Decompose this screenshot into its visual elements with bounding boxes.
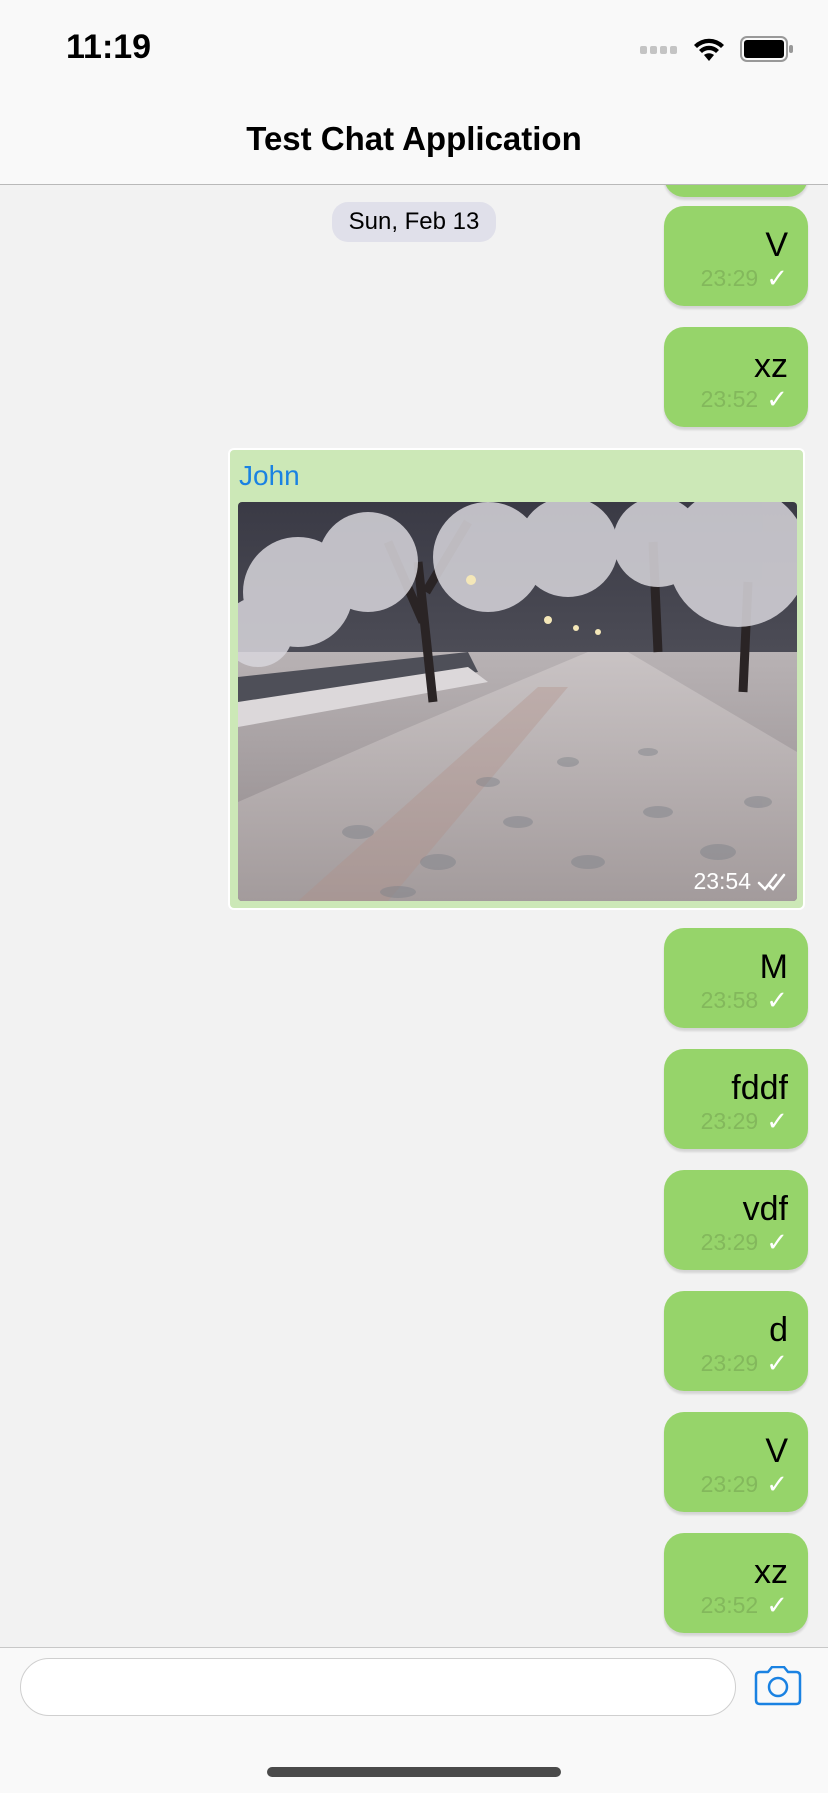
- message-text: vdf: [742, 1190, 788, 1228]
- battery-icon: [740, 36, 793, 62]
- message-time: 23:29: [700, 1229, 759, 1255]
- message-time: 23:29: [700, 1350, 759, 1376]
- message-bubble[interactable]: V 23:29 ✓: [664, 1412, 808, 1512]
- sender-name[interactable]: John: [239, 460, 300, 492]
- message-text: d: [769, 1311, 788, 1349]
- checkmark-icon: ✓: [766, 263, 788, 293]
- message-text: xz: [754, 347, 788, 385]
- message-text: xz: [754, 1553, 788, 1591]
- message-text: V: [765, 226, 788, 264]
- message-meta: 23:29 ✓: [701, 1348, 788, 1379]
- message-time: 23:29: [700, 265, 759, 291]
- message-input[interactable]: [20, 1658, 736, 1716]
- message-time: 23:29: [700, 1108, 759, 1134]
- message-text: M: [759, 948, 788, 986]
- message-time: 23:54: [693, 868, 751, 894]
- checkmark-icon: ✓: [766, 1227, 788, 1257]
- message-meta: 23:29 ✓: [701, 263, 788, 294]
- status-icons: [640, 36, 794, 62]
- message-bubble[interactable]: fddf 23:29 ✓: [664, 1049, 808, 1149]
- message-meta: 23:29 ✓: [701, 1469, 788, 1500]
- checkmark-icon: ✓: [766, 1590, 788, 1620]
- snowy-night-street-photo[interactable]: 23:54: [238, 502, 797, 901]
- date-separator: Sun, Feb 13: [332, 202, 496, 242]
- checkmark-icon: ✓: [766, 384, 788, 414]
- message-list[interactable]: Sun, Feb 13 V 23:29 ✓ xz 23:52 ✓ John 23…: [0, 185, 828, 1647]
- message-bubble[interactable]: V 23:29 ✓: [664, 206, 808, 306]
- message-bubble[interactable]: M 23:58 ✓: [664, 928, 808, 1028]
- message-meta: 23:58 ✓: [701, 985, 788, 1016]
- message-bubble[interactable]: vdf 23:29 ✓: [664, 1170, 808, 1270]
- checkmark-icon: ✓: [766, 985, 788, 1015]
- image-message-bubble[interactable]: John 23:54: [228, 448, 805, 910]
- message-meta: 23:54: [693, 868, 789, 895]
- message-text: fddf: [731, 1069, 788, 1107]
- checkmark-icon: ✓: [766, 1469, 788, 1499]
- message-bubble[interactable]: xz 23:52 ✓: [664, 327, 808, 427]
- status-bar: 11:19: [0, 0, 828, 98]
- camera-icon: [754, 1665, 802, 1706]
- camera-button[interactable]: [752, 1665, 804, 1711]
- message-bubble[interactable]: d 23:29 ✓: [664, 1291, 808, 1391]
- cellular-signal-icon: [640, 46, 677, 54]
- message-bubble-partial[interactable]: [664, 185, 808, 197]
- home-indicator: [267, 1767, 561, 1777]
- checkmark-icon: ✓: [766, 1106, 788, 1136]
- composer-bar: [0, 1647, 828, 1793]
- message-text: V: [765, 1432, 788, 1470]
- message-meta: 23:52 ✓: [701, 384, 788, 415]
- checkmark-icon: ✓: [766, 1348, 788, 1378]
- navigation-bar: Test Chat Application: [0, 98, 828, 185]
- message-time: 23:58: [700, 987, 759, 1013]
- message-meta: 23:29 ✓: [701, 1227, 788, 1258]
- message-time: 23:52: [700, 386, 759, 412]
- status-time: 11:19: [66, 28, 152, 66]
- page-title: Test Chat Application: [246, 120, 582, 157]
- message-time: 23:29: [700, 1471, 759, 1497]
- double-checkmark-icon: [757, 873, 786, 891]
- message-meta: 23:29 ✓: [701, 1106, 788, 1137]
- message-time: 23:52: [700, 1592, 759, 1618]
- message-bubble[interactable]: xz 23:52 ✓: [664, 1533, 808, 1633]
- message-meta: 23:52 ✓: [701, 1590, 788, 1621]
- wifi-icon: [694, 38, 724, 61]
